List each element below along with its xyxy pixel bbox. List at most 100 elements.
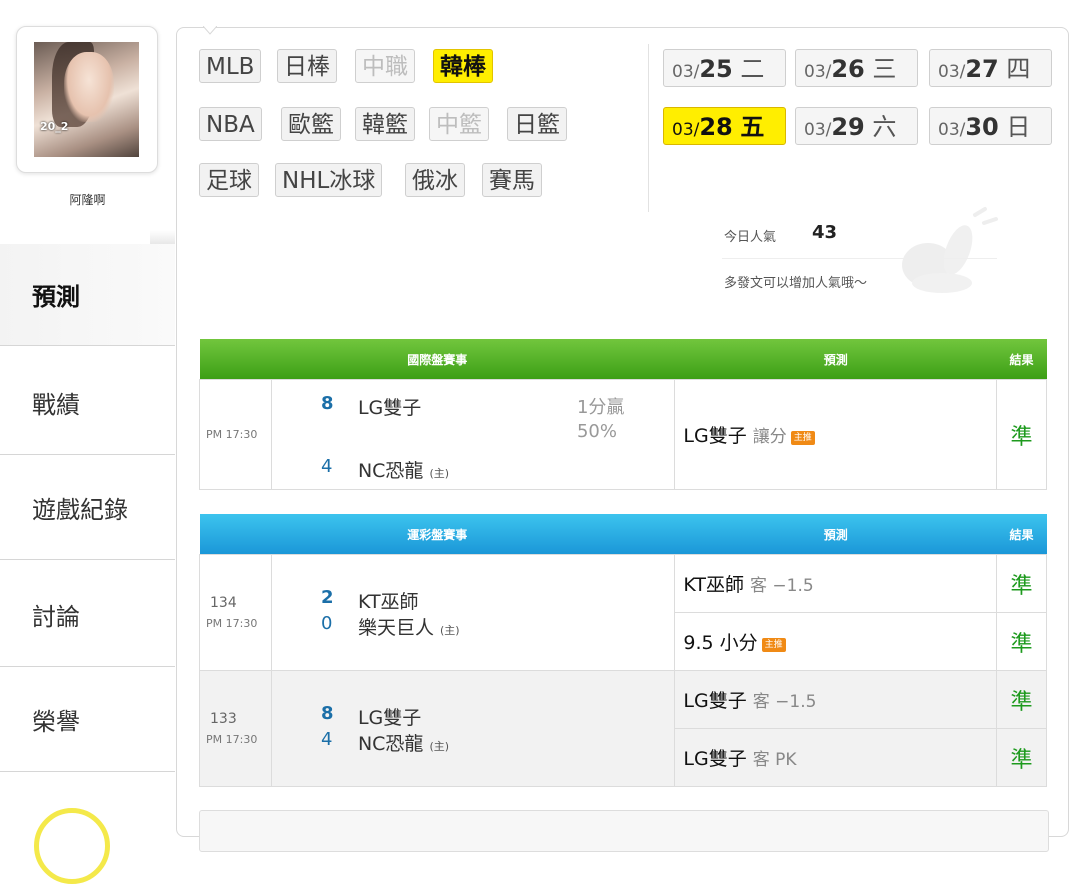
date-month: 03/ bbox=[804, 120, 832, 140]
mascot-decoration-icon bbox=[902, 207, 998, 293]
date-day: 30 bbox=[965, 113, 999, 141]
prediction-cell: LG雙子 讓分 主推 bbox=[674, 379, 998, 490]
column-header-prediction: 預測 bbox=[674, 339, 997, 380]
nav-item-game-history[interactable]: 遊戲紀錄 bbox=[0, 455, 175, 560]
date-day: 25 bbox=[699, 55, 733, 83]
home-team-name: NC恐龍 bbox=[357, 733, 424, 755]
game-matchup[interactable]: 8 LG雙子 4 NC恐龍 (主) bbox=[270, 670, 676, 787]
sport-tab-nba[interactable]: NBA bbox=[199, 107, 262, 141]
result-cell: 準 bbox=[996, 728, 1047, 787]
date-month: 03/ bbox=[672, 120, 700, 140]
game-time: PM 17:30 bbox=[199, 379, 272, 490]
table-row[interactable]: 134 PM 17:30 2 KT巫師 0 樂天巨人 (主) KT巫師 客 −1… bbox=[199, 554, 1047, 671]
game-matchup[interactable]: 2 KT巫師 0 樂天巨人 (主) bbox=[270, 554, 676, 671]
date-weekday: 二 bbox=[740, 55, 765, 83]
date-weekday: 六 bbox=[872, 113, 897, 141]
column-header-lottery-games: 運彩盤賽事 bbox=[199, 514, 675, 555]
result-cell: 準 bbox=[996, 670, 1047, 729]
lottery-predictions-table: 運彩盤賽事 預測 結果 134 PM 17:30 2 KT巫師 0 樂天巨人 (… bbox=[199, 514, 1047, 787]
date-button-0327[interactable]: 03/27 四 bbox=[929, 49, 1052, 87]
game-matchup[interactable]: 8 LG雙子 4 NC恐龍 (主) 1分贏 50% bbox=[270, 379, 676, 490]
sidebar: 20_2 阿隆啊 預測 戰績 遊戲紀錄 討論 榮譽 bbox=[0, 0, 175, 884]
sport-tab-horse-racing[interactable]: 賽馬 bbox=[482, 163, 542, 197]
game-number: 134 bbox=[210, 595, 237, 611]
date-button-0326[interactable]: 03/26 三 bbox=[795, 49, 918, 87]
nav-item-honor[interactable]: 榮譽 bbox=[0, 667, 175, 772]
sport-tab-euro-basketball[interactable]: 歐籃 bbox=[281, 107, 341, 141]
avatar-card[interactable]: 20_2 bbox=[16, 26, 158, 173]
sport-tab-khl[interactable]: 俄冰 bbox=[405, 163, 465, 197]
home-team-name: 樂天巨人 bbox=[357, 617, 434, 639]
game-number: 133 bbox=[210, 711, 237, 727]
sport-tab-mlb[interactable]: MLB bbox=[199, 49, 262, 83]
column-header-result: 結果 bbox=[996, 339, 1047, 380]
away-team: KT巫師 bbox=[357, 591, 419, 613]
sport-tab-korea-basketball[interactable]: 韓籃 bbox=[355, 107, 415, 141]
date-button-0329[interactable]: 03/29 六 bbox=[795, 107, 918, 145]
sport-tab-kbo[interactable]: 韓棒 bbox=[433, 49, 493, 83]
game-time: PM 17:30 bbox=[206, 733, 258, 746]
result-cell: 準 bbox=[996, 554, 1047, 613]
prediction-type: 客 −1.5 bbox=[750, 576, 814, 596]
result-cell: 準 bbox=[996, 612, 1047, 671]
game-number-time: 133 PM 17:30 bbox=[199, 670, 272, 787]
home-tag: (主) bbox=[429, 740, 450, 753]
column-header-result: 結果 bbox=[996, 514, 1047, 555]
nav-item-discussion[interactable]: 討論 bbox=[0, 562, 175, 667]
away-team: LG雙子 bbox=[357, 707, 422, 729]
username[interactable]: 阿隆啊 bbox=[0, 191, 175, 208]
intl-predictions-table: 國際盤賽事 預測 結果 PM 17:30 8 LG雙子 4 NC恐龍 (主) 1… bbox=[199, 339, 1047, 490]
game-time: PM 17:30 bbox=[206, 617, 258, 630]
home-tag: (主) bbox=[440, 624, 460, 637]
prediction-type: 讓分 bbox=[752, 427, 787, 447]
date-button-0325[interactable]: 03/25 二 bbox=[663, 49, 786, 87]
away-score: 2 bbox=[320, 587, 334, 608]
date-button-0330[interactable]: 03/30 日 bbox=[929, 107, 1052, 145]
sport-tab-soccer[interactable]: 足球 bbox=[199, 163, 259, 197]
home-team: NC恐龍 (主) bbox=[358, 456, 449, 483]
avatar-year-text: 20_2 bbox=[40, 120, 69, 133]
coin-icon[interactable] bbox=[34, 808, 110, 884]
table-header-row: 國際盤賽事 預測 結果 bbox=[199, 339, 1047, 380]
sport-tab-npb[interactable]: 日棒 bbox=[277, 49, 337, 83]
date-weekday: 日 bbox=[1006, 113, 1031, 141]
popularity-value: 43 bbox=[812, 222, 838, 243]
table-header-row: 運彩盤賽事 預測 結果 bbox=[199, 514, 1047, 555]
prediction-cell: LG雙子 客 PK bbox=[674, 728, 998, 787]
popularity-divider bbox=[722, 258, 997, 259]
date-weekday: 四 bbox=[1006, 55, 1031, 83]
date-weekday: 三 bbox=[872, 55, 897, 83]
home-tag: (主) bbox=[429, 467, 450, 480]
date-day: 28 bbox=[699, 113, 733, 141]
date-month: 03/ bbox=[804, 62, 832, 82]
prediction-team: LG雙子 bbox=[683, 690, 747, 712]
sport-tab-china-basketball: 中籃 bbox=[429, 107, 489, 141]
sport-tab-nhl[interactable]: NHL冰球 bbox=[275, 163, 383, 197]
handicap-line: 1分贏 bbox=[576, 397, 625, 418]
game-number-time: 134 PM 17:30 bbox=[199, 554, 272, 671]
prediction-type: 客 −1.5 bbox=[752, 692, 817, 712]
away-team: LG雙子 bbox=[357, 397, 422, 419]
nav-item-predict[interactable]: 預測 bbox=[0, 244, 175, 346]
column-header-intl-games: 國際盤賽事 bbox=[199, 339, 675, 380]
date-day: 26 bbox=[831, 55, 865, 83]
home-score: 4 bbox=[320, 729, 333, 750]
home-score: 0 bbox=[320, 613, 333, 634]
avatar[interactable]: 20_2 bbox=[34, 42, 139, 157]
nav-item-record[interactable]: 戰績 bbox=[0, 350, 175, 455]
featured-pick-badge: 主推 bbox=[790, 431, 815, 445]
date-button-0328[interactable]: 03/28 五 bbox=[663, 107, 786, 145]
handicap-percent: 50% bbox=[576, 421, 617, 442]
prediction-cell: LG雙子 客 −1.5 bbox=[674, 670, 998, 729]
table-row[interactable]: 133 PM 17:30 8 LG雙子 4 NC恐龍 (主) LG雙子 客 −1… bbox=[199, 670, 1047, 787]
bottom-panel bbox=[199, 810, 1049, 852]
date-day: 29 bbox=[831, 113, 865, 141]
date-month: 03/ bbox=[672, 62, 700, 82]
date-month: 03/ bbox=[938, 62, 966, 82]
prediction-type: 客 PK bbox=[752, 750, 797, 770]
nav-tab-shadow bbox=[150, 230, 175, 244]
featured-pick-badge: 主推 bbox=[761, 638, 786, 652]
sport-tab-japan-basketball[interactable]: 日籃 bbox=[507, 107, 567, 141]
table-row[interactable]: PM 17:30 8 LG雙子 4 NC恐龍 (主) 1分贏 50% LG雙子 … bbox=[199, 379, 1047, 490]
home-team: 樂天巨人 (主) bbox=[358, 613, 460, 640]
